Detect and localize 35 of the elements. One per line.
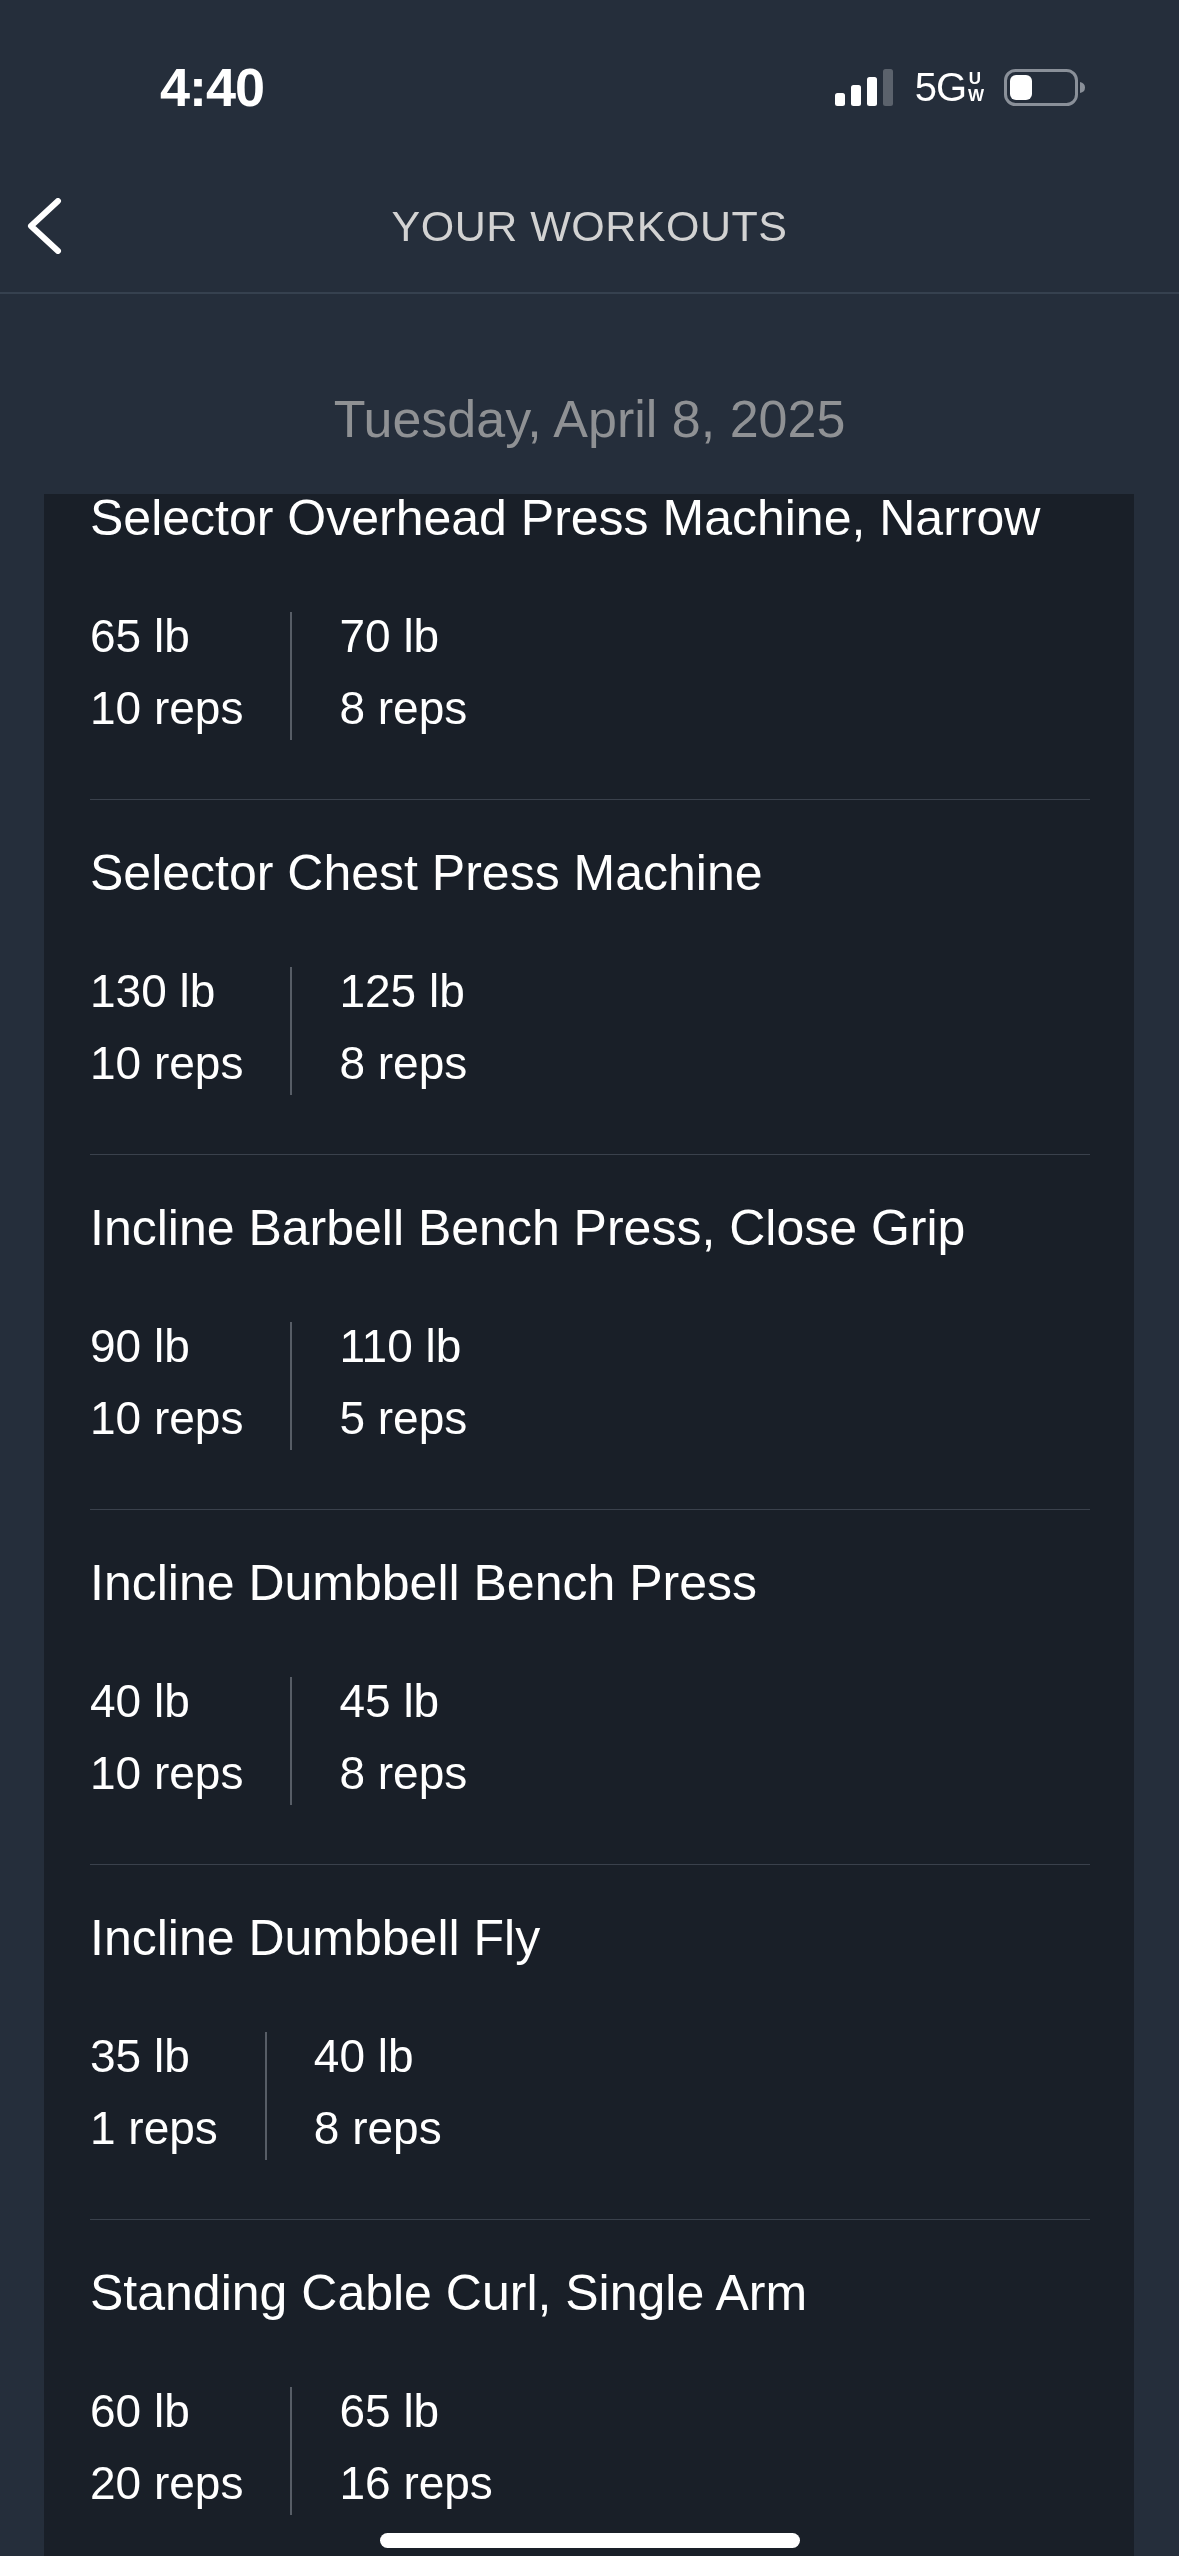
set-weight: 40 lb xyxy=(313,2029,415,2084)
set-reps: 16 reps xyxy=(339,2456,493,2511)
set-weight: 90 lb xyxy=(90,1319,191,1374)
set-weight: 65 lb xyxy=(90,609,191,664)
set-weight: 65 lb xyxy=(339,2384,441,2439)
exercise-name: Incline Dumbbell Bench Press xyxy=(90,1559,758,1607)
set-weight: 70 lb xyxy=(339,609,441,664)
set-reps: 5 reps xyxy=(339,1391,468,1446)
workout-date: Tuesday, April 8, 2025 xyxy=(333,389,846,449)
signal-icon xyxy=(834,68,893,106)
battery-icon xyxy=(1004,68,1085,106)
set-reps: 10 reps xyxy=(90,1036,244,1091)
set-weight: 110 lb xyxy=(339,1319,463,1374)
exercise-name: Selector Overhead Press Machine, Narrow xyxy=(90,494,1042,542)
set-reps: 8 reps xyxy=(313,2101,442,2156)
set-weight: 40 lb xyxy=(90,1674,191,1729)
set-weight: 35 lb xyxy=(90,2029,191,2084)
set-reps: 10 reps xyxy=(90,1746,244,1801)
network-label: 5G xyxy=(914,65,966,109)
chevron-left-icon xyxy=(26,198,62,254)
set-weight: 45 lb xyxy=(339,1674,441,1729)
set-reps: 10 reps xyxy=(90,681,244,736)
set-reps: 8 reps xyxy=(339,1036,468,1091)
set-reps: 1 reps xyxy=(90,2101,218,2156)
set-weight: 125 lb xyxy=(339,964,466,1019)
status-time: 4:40 xyxy=(160,57,265,117)
set-weight: 130 lb xyxy=(90,964,217,1019)
set-reps: 8 reps xyxy=(339,681,468,736)
network-suffix-label: UW xyxy=(968,70,982,104)
set-reps: 10 reps xyxy=(90,1391,244,1446)
page-title: YOUR WORKOUTS xyxy=(391,201,788,251)
set-reps: 8 reps xyxy=(339,1746,468,1801)
set-reps: 20 reps xyxy=(90,2456,244,2511)
exercise-name: Selector Chest Press Machine xyxy=(90,849,764,897)
set-weight: 60 lb xyxy=(90,2384,191,2439)
